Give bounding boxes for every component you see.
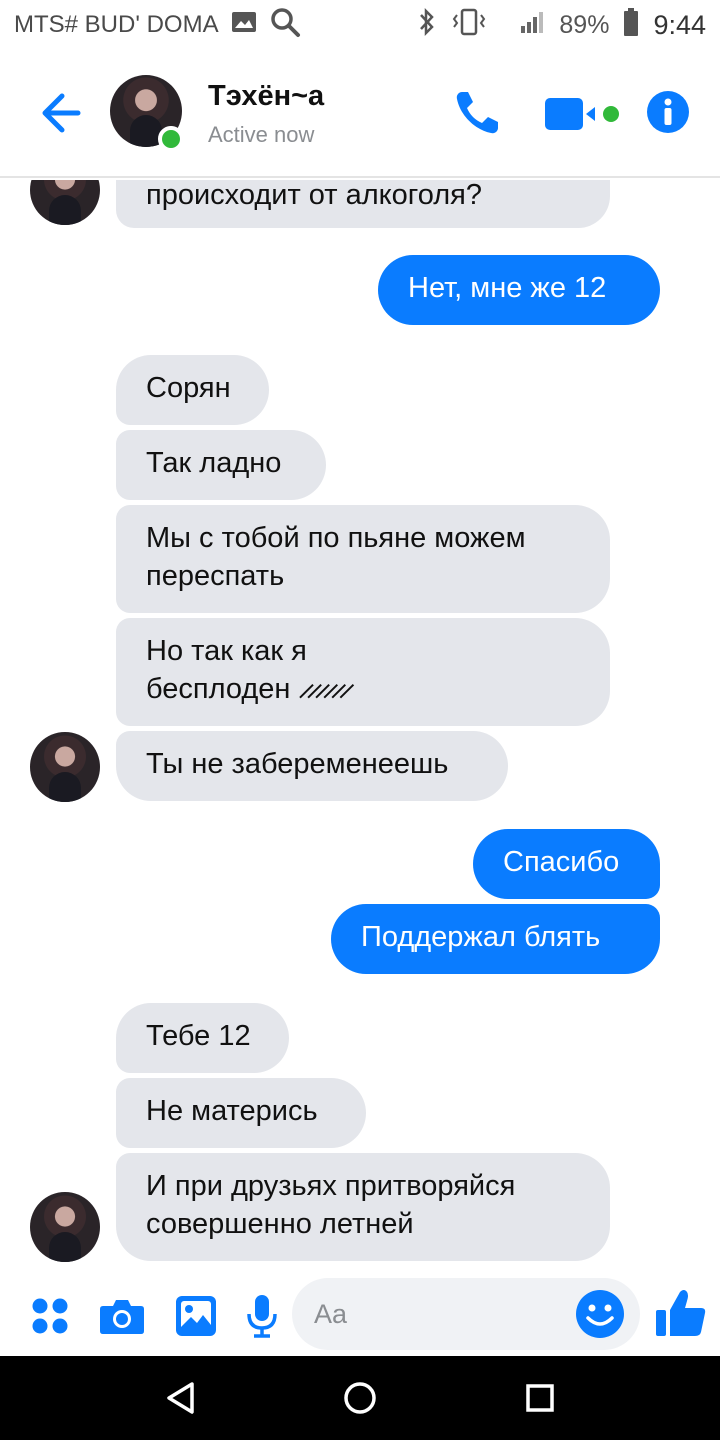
conversation-header: Тэхён~а Active now [0,50,720,178]
nav-back-button[interactable] [156,1374,204,1422]
contact-avatar[interactable] [110,75,186,152]
emoji-button[interactable] [574,1288,626,1340]
camera-icon [100,1300,144,1334]
message-incoming[interactable]: Так ладно [116,430,326,500]
camera-button[interactable] [98,1292,146,1340]
composer-bar [0,1272,720,1356]
bluetooth-icon [417,7,437,44]
clock: 9:44 [653,9,706,40]
phone-icon [456,92,498,134]
message-incoming[interactable]: И при друзьях притворяйся совершенно лет… [116,1153,610,1261]
search-notification-icon [269,6,301,45]
apps-button[interactable] [26,1292,74,1340]
message-outgoing[interactable]: Спасибо [473,829,660,899]
message-outgoing[interactable]: Нет, мне же 12 [378,255,660,325]
four-dots-icon [32,1298,68,1334]
online-indicator [158,126,184,152]
back-button[interactable] [34,84,92,142]
like-button[interactable] [654,1286,708,1340]
arrow-left-icon [42,93,81,133]
message-incoming[interactable]: Ты не забеременеешь [116,731,508,801]
smile-icon [576,1290,624,1338]
message-input[interactable] [314,1292,564,1336]
contact-name[interactable]: Тэхён~а [208,80,324,113]
avatar [30,180,100,225]
triangle-back-icon [167,1382,194,1414]
circle-home-icon [344,1382,376,1414]
message-list[interactable]: происходит от алкоголя? Нет, мне же 12 С… [0,180,720,1270]
square-recents-icon [526,1384,554,1412]
carrier-label: MTS# BUD' DOMA [14,11,219,38]
image-icon [176,1296,216,1336]
vibrate-icon [451,7,487,44]
avatar [30,1192,100,1262]
video-camera-icon [545,98,619,130]
avatar [30,732,100,802]
message-incoming[interactable]: Сорян [116,355,269,425]
status-bar: MTS# BUD' DOMA 89% 9:44 [0,0,720,50]
contact-status: Active now [208,122,315,147]
message-incoming[interactable]: Не матерись [116,1078,366,1148]
message-incoming[interactable]: Тебе 12 [116,1003,289,1073]
nav-home-button[interactable] [336,1374,384,1422]
battery-percent: 89% [559,10,610,39]
nav-recents-button[interactable] [516,1374,564,1422]
signal-icon [519,10,545,41]
image-notification-icon [231,11,257,40]
call-button[interactable] [448,84,506,142]
video-call-button[interactable] [540,86,630,142]
info-icon [647,91,689,133]
message-outgoing[interactable]: Поддержал блять [331,904,660,974]
microphone-icon [247,1295,277,1338]
battery-icon [623,7,639,44]
message-incoming[interactable]: Мы с тобой по пьяне можем переспать [116,505,610,613]
message-incoming[interactable]: происходит от алкоголя? [116,180,610,228]
info-button[interactable] [640,84,696,140]
message-input-wrapper [292,1278,640,1350]
gallery-button[interactable] [172,1292,220,1340]
system-navigation-bar [0,1356,720,1440]
voice-button[interactable] [238,1292,286,1340]
thumbs-up-icon [656,1290,706,1336]
message-incoming[interactable]: Но так как я бесплоден ̷ ̷ ̷ ̷ ̷ ̷ [116,618,610,726]
